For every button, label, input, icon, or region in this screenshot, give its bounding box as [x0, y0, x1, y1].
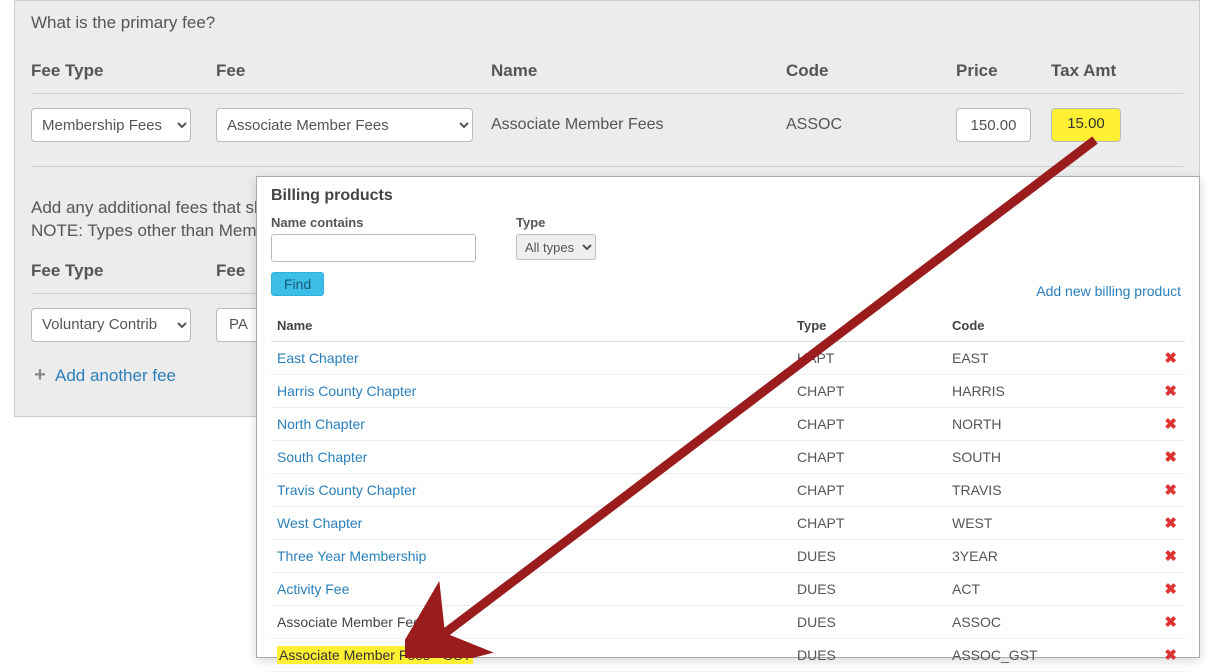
header-code: Code	[786, 61, 956, 81]
header-feetype: Fee Type	[31, 61, 216, 81]
fee-row-1: Membership Fees Associate Member Fees As…	[31, 94, 1183, 156]
table-row: North Chapter CHAPTNORTH ✖	[271, 408, 1185, 441]
product-code: SOUTH	[952, 449, 1147, 465]
product-code: EAST	[952, 350, 1147, 366]
table-row: Associate Member Fees - GST DUESASSOC_GST…	[271, 639, 1185, 672]
delete-icon[interactable]: ✖	[1164, 581, 1177, 598]
fee-select-1[interactable]: Associate Member Fees	[216, 108, 473, 142]
delete-icon[interactable]: ✖	[1164, 416, 1177, 433]
product-name-link[interactable]: North Chapter	[277, 416, 365, 432]
fee-type-select-1[interactable]: Membership Fees	[31, 108, 191, 142]
delete-icon[interactable]: ✖	[1164, 548, 1177, 565]
product-name-text: Associate Member Fees - GST	[277, 646, 473, 664]
th-type: Type	[797, 318, 952, 333]
delete-icon[interactable]: ✖	[1164, 515, 1177, 532]
product-code: ACT	[952, 581, 1147, 597]
product-type: CHAPT	[797, 416, 952, 432]
product-type: CHAPT	[797, 449, 952, 465]
delete-icon[interactable]: ✖	[1164, 350, 1177, 367]
header-fee: Fee	[216, 61, 491, 81]
delete-icon[interactable]: ✖	[1164, 449, 1177, 466]
filter-type-label: Type	[516, 215, 596, 230]
product-code: 3YEAR	[952, 548, 1147, 564]
th-name: Name	[277, 318, 797, 333]
product-code: WEST	[952, 515, 1147, 531]
header-price: Price	[956, 61, 1051, 81]
header-name: Name	[491, 61, 786, 81]
product-name-link[interactable]: West Chapter	[277, 515, 362, 531]
delete-icon[interactable]: ✖	[1164, 482, 1177, 499]
filter-name-input[interactable]	[271, 234, 476, 262]
table-row: Travis County Chapter CHAPTTRAVIS ✖	[271, 474, 1185, 507]
filter-name-label: Name contains	[271, 215, 476, 230]
modal-title: Billing products	[271, 187, 1185, 205]
billing-products-modal: Billing products Name contains Type All …	[256, 176, 1200, 658]
product-type: CHAPT	[797, 482, 952, 498]
table-row: Three Year Membership DUES3YEAR ✖	[271, 540, 1185, 573]
product-code: HARRIS	[952, 383, 1147, 399]
table-row: Harris County Chapter CHAPTHARRIS ✖	[271, 375, 1185, 408]
price-input-1[interactable]	[956, 108, 1031, 142]
header-tax: Tax Amt	[1051, 61, 1141, 81]
header2-feetype: Fee Type	[31, 261, 216, 281]
product-name-link[interactable]: South Chapter	[277, 449, 367, 465]
tax-amt-1: 15.00	[1051, 108, 1121, 142]
product-type: DUES	[797, 614, 952, 630]
product-name-link[interactable]: Three Year Membership	[277, 548, 426, 564]
product-name-text: Associate Member Fees	[277, 614, 428, 630]
filter-type-select[interactable]: All types	[516, 234, 596, 260]
product-type: DUES	[797, 647, 952, 663]
product-name-link[interactable]: Harris County Chapter	[277, 383, 416, 399]
find-button[interactable]: Find	[271, 272, 324, 296]
product-type: CHAPT	[797, 515, 952, 531]
table-row: West Chapter CHAPTWEST ✖	[271, 507, 1185, 540]
table-row: Associate Member Fees DUESASSOC ✖	[271, 606, 1185, 639]
th-code: Code	[952, 318, 1147, 333]
product-code: NORTH	[952, 416, 1147, 432]
delete-icon[interactable]: ✖	[1164, 614, 1177, 631]
product-name-link[interactable]: East Chapter	[277, 350, 359, 366]
plus-icon: +	[31, 367, 49, 385]
product-name-link[interactable]: Travis County Chapter	[277, 482, 417, 498]
table-row: Activity Fee DUESACT ✖	[271, 573, 1185, 606]
product-type: HAPT	[797, 350, 952, 366]
table-header: Name Type Code	[271, 310, 1185, 342]
product-code: TRAVIS	[952, 482, 1147, 498]
product-type: CHAPT	[797, 383, 952, 399]
filter-row: Name contains Type All types	[271, 215, 1185, 262]
table-row: South Chapter CHAPTSOUTH ✖	[271, 441, 1185, 474]
delete-icon[interactable]: ✖	[1164, 383, 1177, 400]
product-name-link[interactable]: Activity Fee	[277, 581, 349, 597]
product-type: DUES	[797, 581, 952, 597]
billing-products-table: Name Type Code East ChapterHAPTEAST✖Harr…	[271, 310, 1185, 672]
fee-name-1: Associate Member Fees	[491, 116, 786, 134]
product-code: ASSOC_GST	[952, 647, 1147, 663]
fee-code-1: ASSOC	[786, 116, 956, 134]
panel-title: What is the primary fee?	[31, 13, 1183, 33]
add-another-fee-link[interactable]: + Add another fee	[31, 366, 176, 386]
add-new-billing-product-link[interactable]: Add new billing product	[1036, 283, 1181, 299]
product-code: ASSOC	[952, 614, 1147, 630]
product-type: DUES	[797, 548, 952, 564]
fee-type-select-2[interactable]: Voluntary Contrib	[31, 308, 191, 342]
delete-icon[interactable]: ✖	[1164, 647, 1177, 664]
table-row: East Chapter HAPTEAST ✖	[271, 342, 1185, 375]
fee-table-header: Fee Type Fee Name Code Price Tax Amt	[31, 61, 1183, 94]
separator-1	[31, 166, 1183, 167]
